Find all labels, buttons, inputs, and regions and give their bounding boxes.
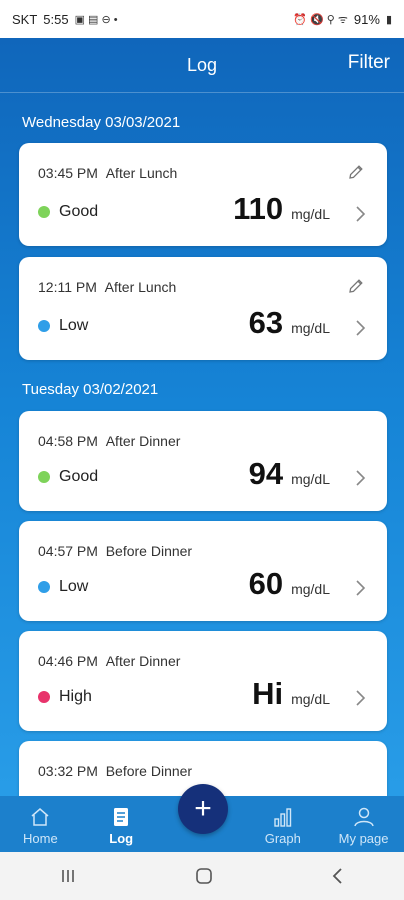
entry-status: Good	[38, 203, 98, 221]
graph-icon	[274, 808, 291, 827]
entry-time-meal: 04:57 PM Before Dinner	[38, 543, 193, 559]
filter-button[interactable]: Filter	[348, 52, 390, 74]
entry-time-meal: 04:46 PM After Dinner	[38, 653, 181, 669]
edit-pencil-icon[interactable]	[347, 163, 365, 181]
chevron-right-icon[interactable]	[353, 318, 367, 338]
add-entry-button[interactable]: +	[178, 784, 228, 834]
glucose-reading: Hi mg/dL	[252, 676, 330, 711]
log-icon	[114, 808, 129, 826]
status-bar: SKT 5:55 ▣ ▤ ⊖ • ⏰ 🔇 ⚲ ᯤ 91% ▮	[0, 0, 404, 38]
glucose-reading: 60 mg/dL	[248, 566, 330, 601]
date-header: Wednesday 03/03/2021	[22, 114, 181, 131]
log-entry-card[interactable]: 03:45 PM After Lunch Good 110 mg/dL	[19, 143, 387, 246]
header-divider	[0, 92, 404, 93]
add-icon: +	[194, 792, 212, 825]
chevron-right-icon[interactable]	[353, 578, 367, 598]
log-entry-card[interactable]: 04:46 PM After Dinner High Hi mg/dL	[19, 631, 387, 731]
nav-home[interactable]: Home	[0, 796, 81, 852]
nav-my-page[interactable]: My page	[323, 796, 404, 852]
entry-status: High	[38, 688, 92, 706]
nav-log[interactable]: Log	[81, 796, 162, 852]
entry-time-meal: 03:45 PM After Lunch	[38, 165, 178, 181]
recent-apps-icon[interactable]	[58, 868, 78, 884]
person-icon	[353, 807, 374, 827]
page-title: Log	[186, 54, 218, 75]
date-header: Tuesday 03/02/2021	[22, 381, 159, 398]
status-dot	[38, 206, 50, 218]
log-entry-card[interactable]: 12:11 PM After Lunch Low 63 mg/dL	[19, 257, 387, 360]
entry-status: Low	[38, 317, 88, 335]
chevron-right-icon[interactable]	[353, 468, 367, 488]
app-header: Log Filter	[0, 38, 404, 92]
entry-time-meal: 04:58 PM After Dinner	[38, 433, 181, 449]
carrier-text: SKT	[12, 11, 38, 27]
notification-icons: ▣ ▤ ⊖ •	[74, 13, 118, 26]
home-icon	[31, 808, 49, 826]
home-button-icon[interactable]	[194, 866, 214, 886]
glucose-reading: 110 mg/dL	[233, 191, 330, 226]
glucose-reading: 94 mg/dL	[248, 456, 330, 491]
system-status-icons: ⏰ 🔇 ⚲ ᯤ	[293, 13, 348, 26]
entry-time-meal: 03:32 PM Before Dinner	[38, 763, 193, 779]
log-entry-card[interactable]: 04:58 PM After Dinner Good 94 mg/dL	[19, 411, 387, 511]
back-icon[interactable]	[330, 867, 346, 885]
chevron-right-icon[interactable]	[353, 204, 367, 224]
edit-pencil-icon[interactable]	[347, 277, 365, 295]
battery-icon: ▮	[385, 13, 392, 26]
status-dot	[38, 320, 50, 332]
entry-time-meal: 12:11 PM After Lunch	[38, 279, 177, 295]
glucose-reading: 63 mg/dL	[248, 305, 330, 340]
status-dot	[38, 691, 50, 703]
chevron-right-icon[interactable]	[353, 688, 367, 708]
entry-status: Low	[38, 578, 88, 596]
battery-text: 91%	[353, 11, 380, 27]
log-entry-card[interactable]: 04:57 PM Before Dinner Low 60 mg/dL	[19, 521, 387, 621]
entry-status: Good	[38, 468, 98, 486]
clock-text: 5:55	[43, 11, 69, 27]
nav-graph[interactable]: Graph	[242, 796, 323, 852]
status-dot	[38, 581, 50, 593]
status-dot	[38, 471, 50, 483]
system-nav-bar	[0, 852, 404, 900]
